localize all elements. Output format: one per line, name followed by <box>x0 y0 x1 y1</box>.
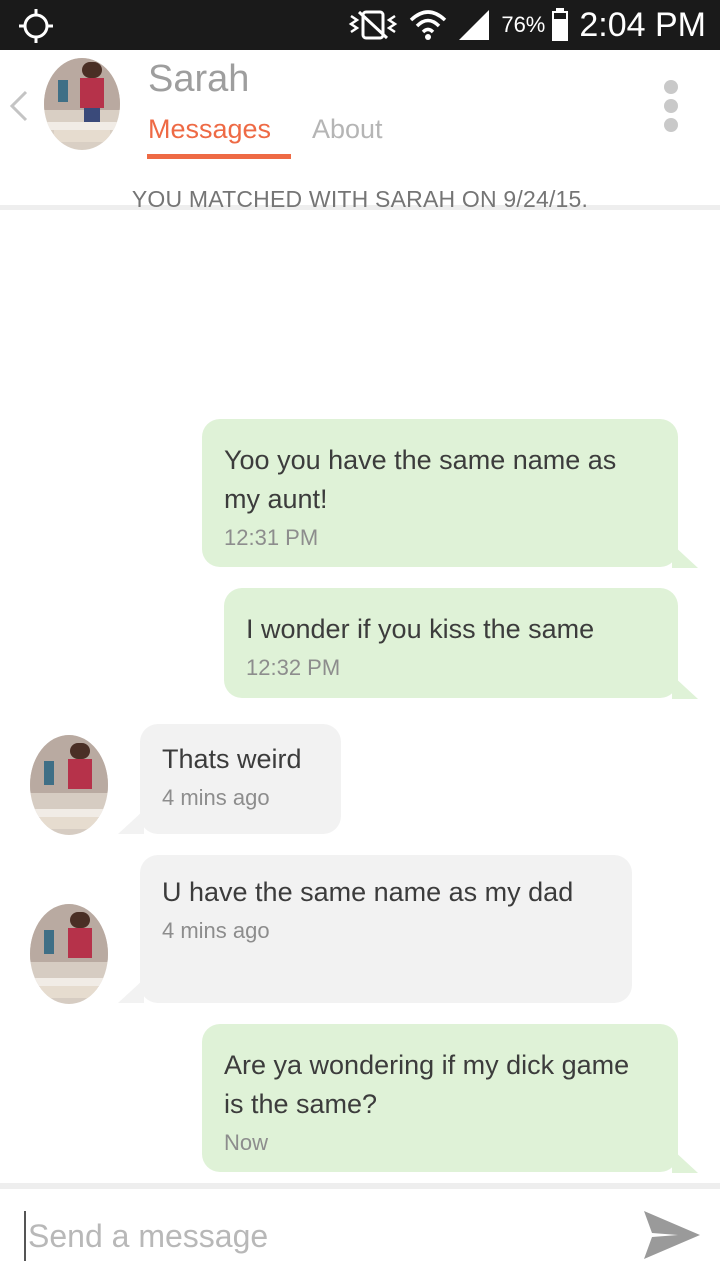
message-input[interactable] <box>24 1211 610 1261</box>
message-text: Yoo you have the same name as my aunt! <box>224 445 617 514</box>
bubble-tail <box>672 544 698 568</box>
clock: 2:04 PM <box>579 5 706 44</box>
message-bubble-incoming[interactable]: U have the same name as my dad 4 mins ag… <box>140 855 632 1003</box>
match-date-note: YOU MATCHED WITH SARAH ON 9/24/15. <box>131 186 589 212</box>
gps-target-icon <box>19 9 53 43</box>
message-bubble-outgoing[interactable]: Are ya wondering if my dick game is the … <box>202 1024 678 1172</box>
message-text: I wonder if you kiss the same <box>246 614 595 644</box>
message-text: Thats weird <box>162 744 302 774</box>
message-timestamp: 12:31 PM <box>224 525 319 550</box>
profile-avatar[interactable] <box>44 58 120 150</box>
message-bubble-outgoing[interactable]: Yoo you have the same name as my aunt! 1… <box>202 419 678 567</box>
message-timestamp: 4 mins ago <box>162 918 270 943</box>
contact-name: Sarah <box>148 58 250 100</box>
message-text: U have the same name as my dad <box>162 877 574 907</box>
battery-percent: 76% <box>501 12 546 37</box>
bubble-tail <box>118 979 144 1003</box>
message-bubble-outgoing[interactable]: I wonder if you kiss the same 12:32 PM <box>224 588 678 698</box>
message-bubble-incoming[interactable]: Thats weird 4 mins ago <box>140 724 341 834</box>
active-tab-indicator <box>147 154 291 159</box>
chat-header: Sarah Messages About <box>0 50 720 210</box>
battery-icon <box>552 8 569 41</box>
back-chevron-icon[interactable] <box>6 86 32 126</box>
send-icon[interactable] <box>642 1207 702 1263</box>
message-timestamp: 4 mins ago <box>162 785 270 810</box>
vibrate-icon <box>349 10 398 40</box>
sender-avatar[interactable] <box>30 904 108 1004</box>
bubble-tail <box>672 1149 698 1173</box>
composer-bar <box>0 1189 720 1280</box>
sender-avatar[interactable] <box>30 735 108 835</box>
status-bar: 76% 2:04 PM <box>0 0 720 50</box>
tab-messages[interactable]: Messages <box>148 114 271 145</box>
bubble-tail <box>118 810 144 834</box>
signal-icon <box>459 10 490 40</box>
message-timestamp: Now <box>224 1130 269 1155</box>
message-text: Are ya wondering if my dick game is the … <box>224 1050 630 1119</box>
message-timestamp: 12:32 PM <box>246 655 341 680</box>
more-options-icon[interactable] <box>664 80 680 132</box>
tab-about[interactable]: About <box>312 114 383 145</box>
wifi-icon <box>410 10 447 40</box>
bubble-tail <box>672 675 698 699</box>
